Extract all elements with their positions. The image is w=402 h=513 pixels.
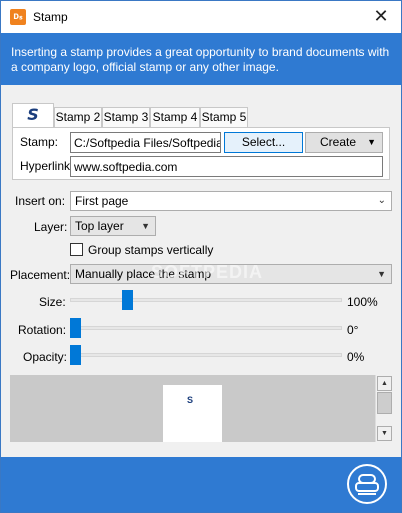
preview-stamp[interactable]: S	[187, 395, 193, 405]
scroll-down-icon[interactable]: ▼	[377, 426, 392, 441]
app-icon: ᴅₛ	[10, 9, 26, 25]
size-label: Size:	[39, 295, 66, 309]
hyperlink-field[interactable]: www.softpedia.com	[70, 156, 383, 177]
stamp-path-field[interactable]: C:/Softpedia Files/Softpedia te	[70, 132, 221, 153]
create-button[interactable]: Create ▼	[305, 132, 383, 153]
select-button[interactable]: Select...	[224, 132, 303, 153]
preview-scrollbar[interactable]: ▲ ▼	[375, 375, 392, 442]
window-title: Stamp	[33, 10, 68, 24]
insert-on-value: First page	[75, 194, 129, 208]
stamp-tab-panel: Stamp: C:/Softpedia Files/Softpedia te S…	[12, 127, 390, 180]
opacity-slider-track	[70, 353, 342, 357]
group-stamps-checkbox[interactable]	[70, 243, 83, 256]
size-slider-thumb[interactable]	[122, 290, 134, 310]
opacity-slider-thumb[interactable]	[70, 345, 81, 365]
layer-select[interactable]: Top layer ▼	[70, 216, 156, 236]
dropdown-arrow-icon: ▼	[377, 269, 386, 279]
dropdown-arrow-icon: ▼	[367, 137, 376, 147]
layer-label: Layer:	[34, 220, 68, 234]
rotation-slider-track	[70, 326, 342, 330]
tab-stamp-4[interactable]: Stamp 4	[150, 107, 200, 127]
insert-on-label: Insert on:	[15, 194, 66, 208]
tab-stamp-2[interactable]: Stamp 2	[54, 107, 102, 127]
softpedia-logo-icon: S	[27, 105, 39, 124]
tab-stamp-5[interactable]: Stamp 5	[200, 107, 248, 127]
stamp-preview: S ▲ ▼	[10, 375, 392, 442]
stamp-label: Stamp:	[20, 135, 59, 149]
tab-stamp-3[interactable]: Stamp 3	[102, 107, 150, 127]
banner-text: Inserting a stamp provides a great oppor…	[11, 45, 390, 74]
info-banner: Inserting a stamp provides a great oppor…	[1, 33, 401, 85]
tab-stamp-1[interactable]: S	[12, 103, 54, 127]
preview-page: S	[163, 385, 222, 442]
scroll-thumb[interactable]	[377, 392, 392, 414]
rotation-label: Rotation:	[18, 323, 67, 337]
opacity-value: 0%	[347, 350, 365, 364]
title-bar: ᴅₛ Stamp ✕	[1, 1, 401, 33]
group-stamps-label: Group stamps vertically	[88, 243, 214, 257]
close-icon[interactable]: ✕	[361, 1, 401, 33]
size-slider-track	[70, 298, 342, 302]
stamp-window: ᴅₛ Stamp ✕ Inserting a stamp provides a …	[0, 0, 402, 513]
hyperlink-label: Hyperlink	[20, 159, 71, 173]
insert-on-select[interactable]: First page ⌄	[70, 191, 392, 211]
stamp-icon	[355, 474, 379, 495]
scroll-up-icon[interactable]: ▲	[377, 376, 392, 391]
layer-value: Top layer	[75, 219, 124, 233]
create-button-label: Create	[320, 135, 357, 149]
rotation-value: 0°	[347, 323, 359, 337]
chevron-down-icon: ⌄	[377, 195, 386, 206]
placement-label: Placement:	[10, 268, 71, 282]
footer-bar	[1, 457, 401, 512]
apply-stamp-button[interactable]	[347, 464, 387, 504]
softpedia-watermark: SOFTPEDIA	[151, 262, 264, 282]
dropdown-arrow-icon: ▼	[141, 221, 150, 231]
size-value: 100%	[347, 295, 378, 309]
main-content: S Stamp 2 Stamp 3 Stamp 4 Stamp 5 Stamp:…	[1, 85, 401, 457]
opacity-label: Opacity:	[23, 350, 68, 364]
rotation-slider-thumb[interactable]	[70, 318, 81, 338]
